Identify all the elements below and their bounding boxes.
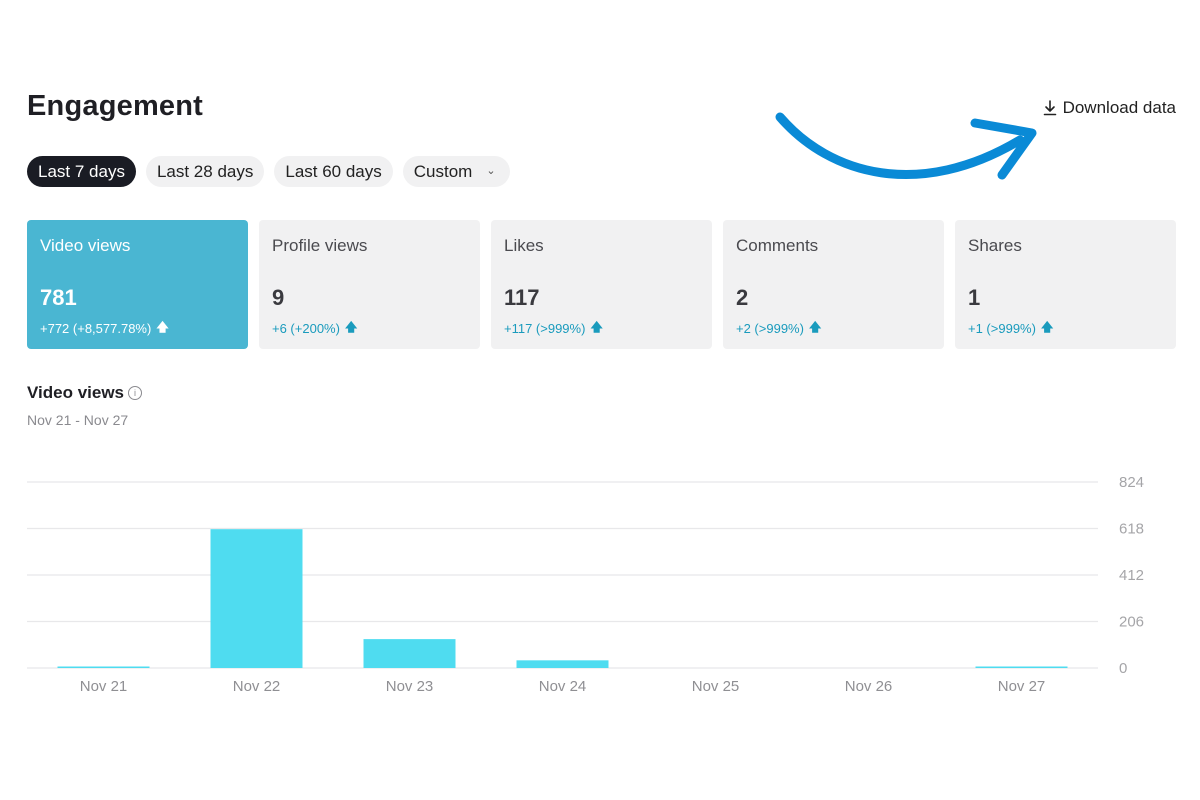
chart-title-text: Video views [27, 383, 125, 402]
range-label: Last 60 days [285, 161, 382, 181]
metric-value: 2 [736, 285, 749, 310]
x-tick-label: Nov 24 [539, 678, 587, 695]
metric-delta-text: +772 (+8,577.78%) [40, 321, 152, 336]
chart-title: Video views i [27, 383, 143, 403]
chevron-down-icon: ⌄ [486, 165, 496, 177]
arrow-up-icon: 🡅 [590, 320, 603, 334]
page-title: Engagement [27, 90, 204, 122]
arrow-up-icon: 🡅 [344, 320, 358, 334]
metric-delta: +1 (>999%) 🡅 [968, 318, 1053, 339]
range-custom-dropdown[interactable]: Custom ⌄ [402, 156, 510, 187]
metric-label: Comments [736, 236, 819, 255]
download-data-button[interactable]: Download data [1043, 98, 1176, 118]
bar[interactable] [57, 666, 150, 669]
y-tick-label: 0 [1119, 660, 1127, 677]
range-label: Last 28 days [156, 161, 254, 181]
arrow-up-icon: 🡅 [156, 320, 169, 334]
range-last-7-days[interactable]: Last 7 days [27, 156, 136, 187]
bar[interactable] [975, 666, 1068, 669]
metric-card-shares[interactable]: Shares 1 +1 (>999%) 🡅 [955, 220, 1176, 349]
date-range-selector: Last 7 days Last 28 days Last 60 days Cu… [27, 156, 510, 187]
info-icon[interactable]: i [128, 386, 143, 400]
metric-card-video-views[interactable]: Video views 781 +772 (+8,577.78%) 🡅 [27, 220, 248, 349]
arrow-up-icon: 🡅 [1040, 320, 1054, 334]
bar[interactable] [363, 639, 456, 668]
download-data-label: Download data [1062, 98, 1176, 117]
metric-delta-text: +2 (>999%) [736, 321, 804, 336]
metric-label: Profile views [272, 236, 368, 255]
range-last-28-days[interactable]: Last 28 days [145, 156, 265, 187]
metric-value: 117 [504, 285, 540, 310]
chart-date-range: Nov 21 - Nov 27 [27, 412, 129, 428]
x-tick-label: Nov 27 [998, 678, 1046, 695]
y-tick-label: 824 [1119, 474, 1144, 491]
metric-label: Likes [504, 236, 544, 255]
metric-delta: +772 (+8,577.78%) 🡅 [40, 318, 169, 339]
metric-card-profile-views[interactable]: Profile views 9 +6 (+200%) 🡅 [259, 220, 480, 349]
range-label: Custom [413, 161, 473, 181]
metric-delta-text: +1 (>999%) [968, 321, 1036, 336]
range-last-60-days[interactable]: Last 60 days [274, 156, 393, 187]
range-label: Last 7 days [38, 161, 125, 181]
x-tick-label: Nov 25 [692, 678, 740, 695]
bar[interactable] [516, 660, 609, 668]
metric-label: Shares [968, 236, 1022, 255]
y-tick-label: 206 [1119, 614, 1144, 631]
metric-delta-text: +6 (+200%) [272, 321, 340, 336]
metric-delta-text: +117 (>999%) [504, 321, 586, 336]
metric-value: 9 [272, 285, 285, 310]
metric-delta: +2 (>999%) 🡅 [736, 318, 821, 339]
curved-arrow-icon [775, 112, 1037, 180]
metric-card-likes[interactable]: Likes 117 +117 (>999%) 🡅 [491, 220, 712, 349]
metric-delta: +6 (+200%) 🡅 [272, 318, 357, 339]
x-tick-label: Nov 26 [845, 678, 893, 695]
metric-label: Video views [40, 236, 131, 255]
video-views-bar-chart: 0 206 412 618 824 Nov 21 Nov 22 Nov 23 Nov 24 Nov… [27, 474, 1144, 695]
metric-cards: Video views 781 +772 (+8,577.78%) 🡅 Profi… [27, 220, 1176, 349]
metric-value: 1 [968, 285, 981, 310]
metric-card-comments[interactable]: Comments 2 +2 (>999%) 🡅 [723, 220, 944, 349]
y-tick-label: 412 [1119, 567, 1144, 584]
metric-delta: +117 (>999%) 🡅 [504, 318, 603, 339]
arrow-up-icon: 🡅 [808, 320, 822, 334]
x-tick-label: Nov 23 [386, 678, 434, 695]
bar[interactable] [210, 529, 303, 668]
metric-value: 781 [40, 285, 77, 310]
x-tick-label: Nov 22 [233, 678, 281, 695]
y-tick-label: 618 [1119, 521, 1144, 538]
x-tick-label: Nov 21 [80, 678, 128, 695]
